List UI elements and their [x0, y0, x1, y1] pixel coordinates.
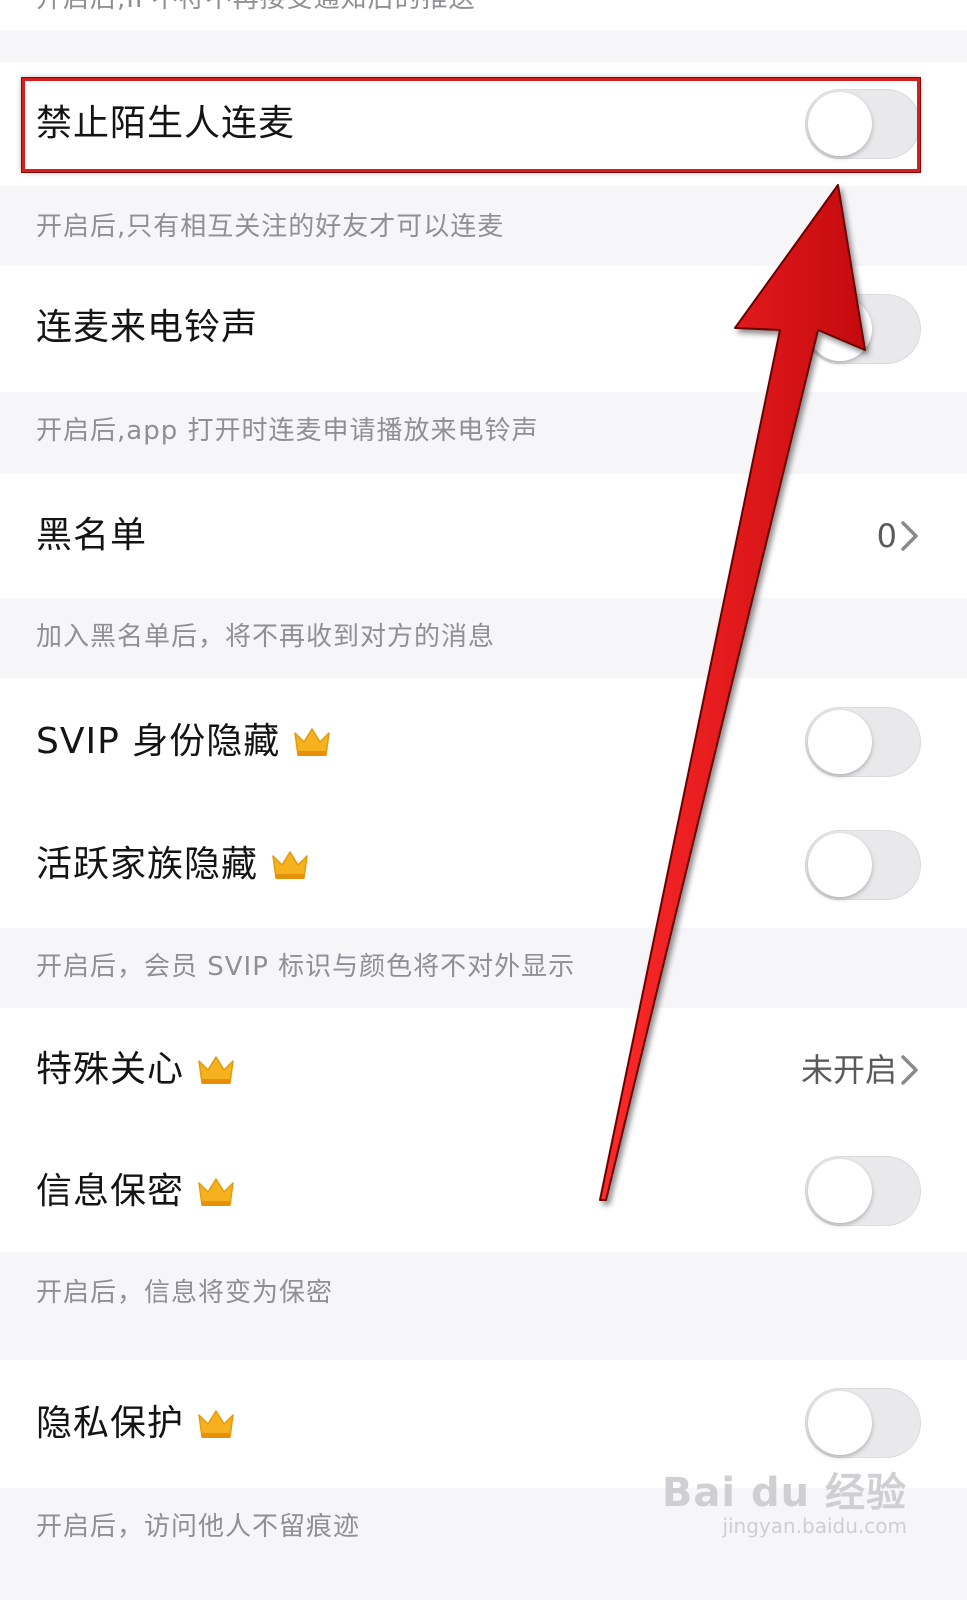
mic-ringtone-label: 连麦来电铃声 [36, 307, 259, 348]
blacklist-desc: 加入黑名单后，将不再收到对方的消息 [36, 622, 496, 652]
toggle-knob [808, 1159, 872, 1223]
stranger-mic-toggle[interactable] [805, 89, 921, 159]
toggle-knob [808, 1391, 872, 1455]
privacy-toggle[interactable] [805, 1388, 921, 1458]
watermark: Bai du 经验 jingyan.baidu.com [662, 1460, 907, 1538]
row-stranger-mic[interactable]: 禁止陌生人连麦 [0, 62, 967, 186]
svip-hide-label-wrap: SVIP 身份隐藏 [36, 718, 332, 766]
watermark-brand: Bai du 经验 [661, 1470, 907, 1516]
row-svip-hide[interactable]: SVIP 身份隐藏 活跃家族隐藏 [0, 678, 967, 928]
special-care-label-wrap: 特殊关心 [36, 1046, 236, 1094]
toggle-knob [808, 833, 872, 897]
chevron-right-icon [901, 1055, 918, 1085]
crown-icon [272, 851, 308, 879]
crown-icon [198, 1178, 234, 1206]
special-care-status: 未开启 [800, 1051, 897, 1089]
row-blacklist[interactable]: 黑名单 0 [0, 474, 967, 598]
crown-icon [294, 728, 330, 756]
toggle-knob [808, 297, 872, 361]
desc-area: 开启后,app 打开时连麦申请播放来电铃声 [0, 392, 967, 474]
privacy-label: 隐私保护 [36, 1403, 185, 1444]
clipped-text: 开启后,IP不符不再接受通知后的推送 [36, 0, 476, 16]
crown-icon [198, 1056, 234, 1084]
clipped-row: 开启后,IP不符不再接受通知后的推送 [0, 0, 967, 30]
section-gap [0, 30, 967, 62]
toggle-knob [808, 710, 872, 774]
family-hide-label-wrap: 活跃家族隐藏 [36, 841, 310, 889]
desc-area: 开启后，会员 SVIP 标识与颜色将不对外显示 [0, 928, 967, 1008]
privacy-label-wrap: 隐私保护 [36, 1400, 236, 1448]
family-hide-label: 活跃家族隐藏 [36, 844, 259, 885]
mic-ringtone-desc: 开启后,app 打开时连麦申请播放来电铃声 [36, 416, 539, 446]
blacklist-count: 0 [876, 517, 897, 555]
info-secret-desc: 开启后，信息将变为保密 [36, 1278, 334, 1308]
blacklist-label: 黑名单 [36, 515, 148, 556]
toggle-knob [808, 92, 872, 156]
crown-icon [198, 1410, 234, 1438]
family-hide-desc: 开启后，会员 SVIP 标识与颜色将不对外显示 [36, 952, 576, 982]
privacy-desc: 开启后，访问他人不留痕迹 [36, 1512, 361, 1542]
stranger-mic-label: 禁止陌生人连麦 [36, 103, 296, 144]
row-special-care[interactable]: 特殊关心 未开启 信息保密 [0, 1008, 967, 1252]
svip-hide-label: SVIP 身份隐藏 [36, 721, 281, 762]
chevron-right-icon [901, 521, 918, 551]
svip-hide-toggle[interactable] [805, 707, 921, 777]
stranger-mic-desc: 开启后,只有相互关注的好友才可以连麦 [36, 212, 505, 242]
row-mic-ringtone[interactable]: 连麦来电铃声 [0, 266, 967, 392]
info-secret-label-wrap: 信息保密 [36, 1168, 236, 1216]
family-hide-toggle[interactable] [805, 830, 921, 900]
mic-ringtone-toggle[interactable] [805, 294, 921, 364]
special-care-label: 特殊关心 [36, 1049, 185, 1090]
watermark-url: jingyan.baidu.com [722, 1514, 907, 1538]
info-secret-label: 信息保密 [36, 1171, 185, 1212]
desc-area: 加入黑名单后，将不再收到对方的消息 [0, 598, 967, 678]
desc-area: 开启后,只有相互关注的好友才可以连麦 [0, 186, 967, 266]
info-secret-toggle[interactable] [805, 1156, 921, 1226]
desc-area: 开启后，信息将变为保密 [0, 1252, 967, 1360]
